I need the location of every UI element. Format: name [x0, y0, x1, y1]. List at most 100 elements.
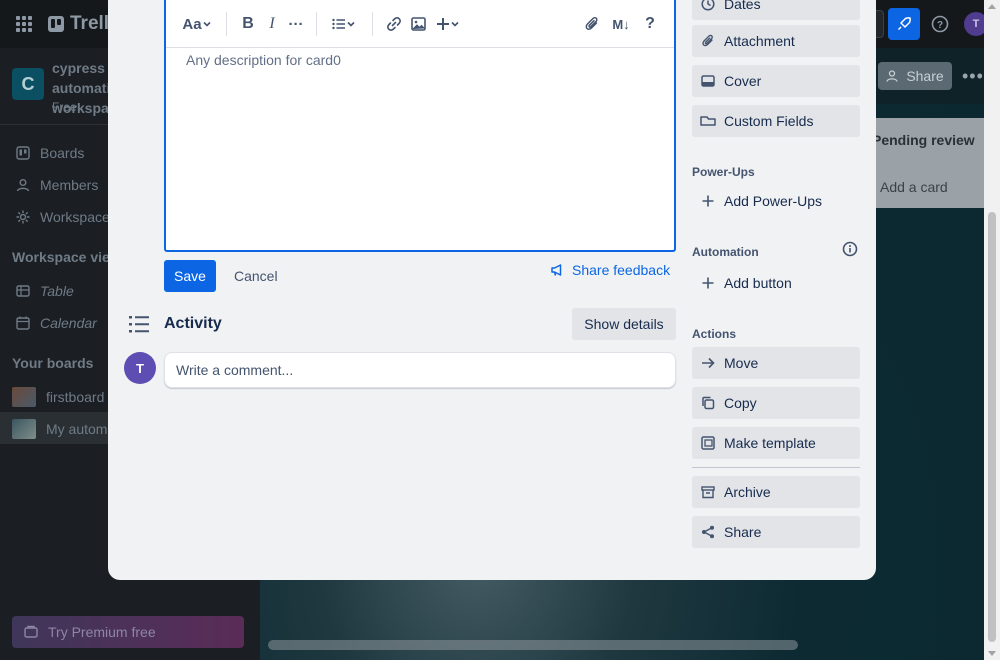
plus-icon: [700, 275, 716, 291]
attachment-button[interactable]: Attachment: [692, 25, 860, 57]
plus-icon: [437, 18, 449, 30]
calendar-icon: [16, 316, 30, 330]
share-label: Share: [724, 524, 762, 540]
link-button[interactable]: [384, 12, 404, 36]
cancel-button[interactable]: Cancel: [228, 260, 284, 292]
add-button-label: Add button: [724, 275, 792, 291]
custom-fields-label: Custom Fields: [724, 113, 814, 129]
attachment-label: Attachment: [724, 33, 795, 49]
sidebar-item-label: Members: [40, 177, 99, 193]
help-button[interactable]: ?: [928, 12, 952, 36]
cover-icon: [700, 73, 716, 89]
show-details-button[interactable]: Show details: [572, 308, 676, 340]
cover-label: Cover: [724, 73, 762, 89]
board-horizontal-scrollbar[interactable]: [268, 640, 798, 650]
description-text[interactable]: Any description for card0: [186, 52, 341, 68]
make-template-label: Make template: [724, 435, 816, 451]
scrollbar-thumb[interactable]: [988, 212, 996, 642]
image-icon: [410, 17, 426, 31]
plus-icon: [700, 193, 716, 209]
help-icon: ?: [931, 15, 949, 33]
bullet-list-icon: [332, 18, 345, 30]
comment-input[interactable]: [164, 352, 676, 388]
text-style-label: Aa: [182, 15, 202, 33]
chevron-down-icon: [203, 21, 211, 27]
move-button[interactable]: Move: [692, 347, 860, 379]
copy-icon: [700, 395, 716, 411]
editor-toolbar: Aa B I ··· M↓ ?: [166, 0, 674, 48]
add-button-button[interactable]: Add button: [692, 267, 860, 299]
cover-button[interactable]: Cover: [692, 65, 860, 97]
add-power-ups-label: Add Power-Ups: [724, 193, 823, 209]
sidebar-item-label: firstboard: [46, 389, 105, 405]
table-icon: [16, 284, 30, 298]
sidebar-item-calendar[interactable]: Calendar: [16, 311, 97, 335]
markdown-button[interactable]: M↓: [610, 12, 632, 36]
chevron-down-icon: [451, 21, 459, 27]
add-power-ups-button[interactable]: Add Power-Ups: [692, 185, 860, 217]
svg-text:?: ?: [937, 20, 943, 31]
list-title[interactable]: Pending review: [872, 132, 975, 148]
template-icon: [700, 435, 716, 451]
add-a-card-button[interactable]: Add a card: [880, 179, 948, 195]
try-premium-button[interactable]: Try Premium free: [12, 616, 244, 648]
description-editor[interactable]: Aa B I ··· M↓ ? Any description for card…: [164, 0, 676, 252]
move-label: Move: [724, 355, 759, 371]
copy-label: Copy: [724, 395, 757, 411]
bold-button[interactable]: B: [238, 12, 258, 36]
sidebar-board-firstboard[interactable]: firstboard: [12, 385, 104, 409]
trello-logo-icon: [48, 16, 64, 32]
notifications-rocket-button[interactable]: [888, 8, 920, 40]
scroll-down-arrow-icon[interactable]: [988, 651, 996, 656]
image-button[interactable]: [408, 12, 428, 36]
share-button[interactable]: Share: [692, 516, 860, 548]
attachment-button[interactable]: [582, 12, 602, 36]
italic-button[interactable]: I: [262, 12, 282, 36]
board-share-button[interactable]: Share: [878, 62, 952, 90]
copy-button[interactable]: Copy: [692, 387, 860, 419]
scroll-up-arrow-icon[interactable]: [988, 4, 996, 9]
workspace-avatar: C: [12, 68, 44, 100]
actions-heading: Actions: [692, 327, 737, 341]
info-icon[interactable]: [842, 241, 858, 257]
gear-icon: [16, 210, 30, 224]
toolbar-separator: [316, 12, 317, 36]
dates-button[interactable]: Dates: [692, 0, 860, 20]
page-scrollbar[interactable]: [984, 0, 1000, 660]
custom-fields-icon: [700, 113, 716, 129]
your-boards-heading: Your boards: [12, 355, 94, 371]
add-person-icon: [886, 70, 898, 82]
link-icon: [387, 17, 401, 31]
save-button[interactable]: Save: [164, 260, 216, 292]
text-style-button[interactable]: Aa: [180, 12, 214, 36]
insert-button[interactable]: [432, 12, 464, 36]
activity-title: Activity: [164, 315, 222, 332]
workspace-plan: Free: [52, 100, 77, 114]
actions-divider: [692, 467, 860, 468]
share-feedback-link[interactable]: Share feedback: [550, 260, 670, 280]
megaphone-icon: [551, 264, 562, 276]
sidebar-item-table[interactable]: Table: [16, 279, 74, 303]
sidebar-item-members[interactable]: Members: [16, 173, 98, 197]
activity-list-icon: [129, 316, 149, 333]
board-icon: [16, 146, 30, 160]
app-switcher-icon[interactable]: [16, 16, 32, 32]
list-button[interactable]: [328, 12, 360, 36]
more-formatting-button[interactable]: ···: [286, 12, 306, 36]
make-template-button[interactable]: Make template: [692, 427, 860, 459]
automation-heading: Automation: [692, 245, 759, 259]
share-icon: [700, 524, 716, 540]
help-button[interactable]: ?: [640, 12, 660, 36]
arrow-right-icon: [700, 355, 716, 371]
archive-icon: [700, 484, 716, 500]
sidebar-item-label: Table: [40, 283, 74, 299]
share-feedback-label: Share feedback: [572, 262, 671, 278]
toolbar-separator: [226, 12, 227, 36]
board-menu-more-icon[interactable]: •••: [962, 66, 984, 87]
board-thumbnail: [12, 419, 36, 439]
archive-label: Archive: [724, 484, 771, 500]
avatar[interactable]: T: [124, 352, 156, 384]
sidebar-item-boards[interactable]: Boards: [16, 141, 84, 165]
archive-button[interactable]: Archive: [692, 476, 860, 508]
custom-fields-button[interactable]: Custom Fields: [692, 105, 860, 137]
